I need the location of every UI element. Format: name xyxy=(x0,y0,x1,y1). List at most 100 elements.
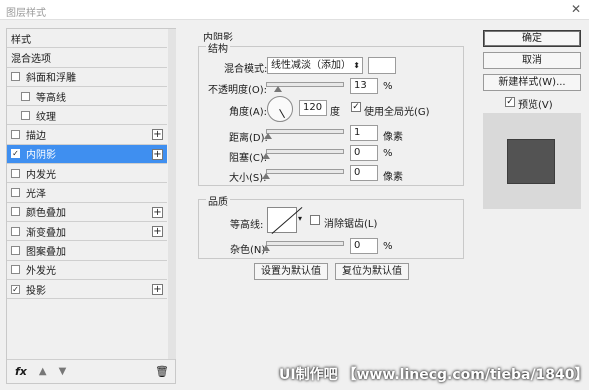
contour-picker[interactable] xyxy=(267,207,303,234)
select-arrow-icon: ⬍ xyxy=(353,61,360,70)
opacity-unit: % xyxy=(383,81,393,92)
size-slider[interactable] xyxy=(266,169,344,174)
style-item-checkbox[interactable] xyxy=(11,72,20,82)
style-item-label: 样式 xyxy=(11,34,31,46)
trash-icon[interactable]: 🗑 xyxy=(155,365,169,378)
style-item-label: 投影 xyxy=(26,285,46,297)
style-item-checkbox[interactable] xyxy=(11,265,20,275)
style-item[interactable]: 纹理 xyxy=(7,106,167,126)
fx-button[interactable]: fx xyxy=(15,365,27,378)
preview-swatch xyxy=(507,139,555,184)
distance-slider[interactable] xyxy=(266,129,344,134)
quality-title: 品质 xyxy=(206,193,230,208)
size-unit: 像素 xyxy=(383,172,403,183)
preview-label: 预览(V) xyxy=(518,100,553,111)
angle-needle xyxy=(279,109,285,119)
style-item-label: 外发光 xyxy=(26,266,56,278)
style-item-label: 内阴影 xyxy=(26,150,56,162)
noise-slider-thumb[interactable] xyxy=(262,245,270,251)
blend-mode-value: 线性减淡（添加） xyxy=(271,60,351,71)
add-icon[interactable]: + xyxy=(152,129,163,141)
reset-default-button[interactable]: 复位为默认值 xyxy=(335,263,409,280)
set-default-button[interactable]: 设置为默认值 xyxy=(254,263,328,280)
style-item[interactable]: ✓ 投影 + xyxy=(7,280,167,300)
noise-slider[interactable] xyxy=(266,241,344,246)
style-item-checkbox[interactable]: ✓ xyxy=(11,149,20,159)
window-title: 图层样式 xyxy=(6,8,46,19)
size-input[interactable]: 0 xyxy=(350,165,378,181)
style-item-label: 混合选项 xyxy=(11,53,51,65)
style-item-label: 斜面和浮雕 xyxy=(26,73,76,85)
add-icon[interactable]: + xyxy=(152,225,163,237)
style-item-checkbox[interactable]: ✓ xyxy=(11,284,20,294)
arrow-up-icon[interactable]: ▲ xyxy=(39,366,47,377)
opacity-label: 不透明度(O): xyxy=(208,85,268,96)
choke-slider-thumb[interactable] xyxy=(262,153,270,159)
distance-unit: 像素 xyxy=(383,132,403,143)
style-item-checkbox[interactable] xyxy=(11,188,20,198)
style-item[interactable]: 混合选项 xyxy=(7,48,167,68)
angle-input[interactable]: 120 xyxy=(299,100,327,116)
style-item-label: 描边 xyxy=(26,131,46,143)
style-item[interactable]: 图案叠加 xyxy=(7,241,167,261)
style-item-checkbox[interactable] xyxy=(11,226,20,236)
style-item[interactable]: 光泽 xyxy=(7,183,167,203)
style-item[interactable]: 外发光 xyxy=(7,261,167,280)
angle-dial[interactable] xyxy=(267,96,293,122)
add-icon[interactable]: + xyxy=(152,283,163,295)
blend-mode-select[interactable]: 线性减淡（添加） ⬍ xyxy=(267,57,363,74)
opacity-slider-thumb[interactable] xyxy=(274,86,282,92)
style-item-checkbox[interactable] xyxy=(11,168,20,178)
choke-unit: % xyxy=(383,148,393,159)
distance-slider-thumb[interactable] xyxy=(264,133,272,139)
styles-list-panel: 样式混合选项斜面和浮雕等高线纹理描边 + ✓ 内阴影 + 内发光光泽颜色叠加 + 渐变叠加 + 图… xyxy=(6,28,176,384)
styles-list-footer: fx ▲ ▼ 🗑 xyxy=(7,359,175,383)
style-item-checkbox[interactable] xyxy=(21,110,30,120)
angle-label: 角度(A): xyxy=(229,107,268,118)
style-item-label: 等高线 xyxy=(36,92,66,104)
style-item[interactable]: 内发光 xyxy=(7,164,167,184)
ok-button[interactable]: 确定 xyxy=(483,30,581,47)
new-style-button[interactable]: 新建样式(W)... xyxy=(483,74,581,91)
styles-list-scrollbar[interactable] xyxy=(168,29,176,359)
style-item-label: 光泽 xyxy=(26,189,46,201)
blend-mode-label: 混合模式: xyxy=(224,64,268,75)
style-item-checkbox[interactable] xyxy=(11,245,20,255)
style-item-label: 渐变叠加 xyxy=(26,227,66,239)
style-item[interactable]: ✓ 内阴影 + xyxy=(7,144,167,165)
antialias-label: 消除锯齿(L) xyxy=(324,219,378,230)
style-item-checkbox[interactable] xyxy=(11,130,20,140)
contour-dropdown-icon[interactable]: ▾ xyxy=(298,214,302,223)
global-light-checkbox[interactable]: ✓ xyxy=(351,102,361,112)
antialias-checkbox[interactable] xyxy=(310,215,320,225)
size-label: 大小(S): xyxy=(229,173,267,184)
style-item[interactable]: 等高线 xyxy=(7,87,167,107)
global-light-label: 使用全局光(G) xyxy=(364,107,430,118)
add-icon[interactable]: + xyxy=(152,206,163,218)
opacity-input[interactable]: 13 xyxy=(350,78,378,94)
structure-title: 结构 xyxy=(206,40,230,55)
shadow-color-swatch[interactable] xyxy=(368,57,396,74)
title-bar: 图层样式 ✕ xyxy=(0,0,589,20)
style-item[interactable]: 颜色叠加 + xyxy=(7,203,167,222)
cancel-button[interactable]: 取消 xyxy=(483,52,581,69)
style-item[interactable]: 斜面和浮雕 xyxy=(7,68,167,87)
noise-input[interactable]: 0 xyxy=(350,238,378,254)
style-item-label: 纹理 xyxy=(36,111,56,123)
style-item-label: 颜色叠加 xyxy=(26,208,66,220)
style-item[interactable]: 描边 + xyxy=(7,125,167,145)
choke-slider[interactable] xyxy=(266,149,344,154)
preview-checkbox[interactable]: ✓ xyxy=(505,97,515,107)
size-slider-thumb[interactable] xyxy=(262,173,270,179)
close-icon[interactable]: ✕ xyxy=(571,2,581,16)
arrow-down-icon[interactable]: ▼ xyxy=(59,366,67,377)
style-item-checkbox[interactable] xyxy=(11,207,20,217)
style-item-checkbox[interactable] xyxy=(21,91,30,101)
distance-input[interactable]: 1 xyxy=(350,125,378,141)
noise-unit: % xyxy=(383,241,393,252)
style-item[interactable]: 渐变叠加 + xyxy=(7,222,167,242)
add-icon[interactable]: + xyxy=(152,148,163,160)
angle-unit: 度 xyxy=(330,107,340,118)
choke-input[interactable]: 0 xyxy=(350,145,378,161)
style-item[interactable]: 样式 xyxy=(7,29,167,49)
